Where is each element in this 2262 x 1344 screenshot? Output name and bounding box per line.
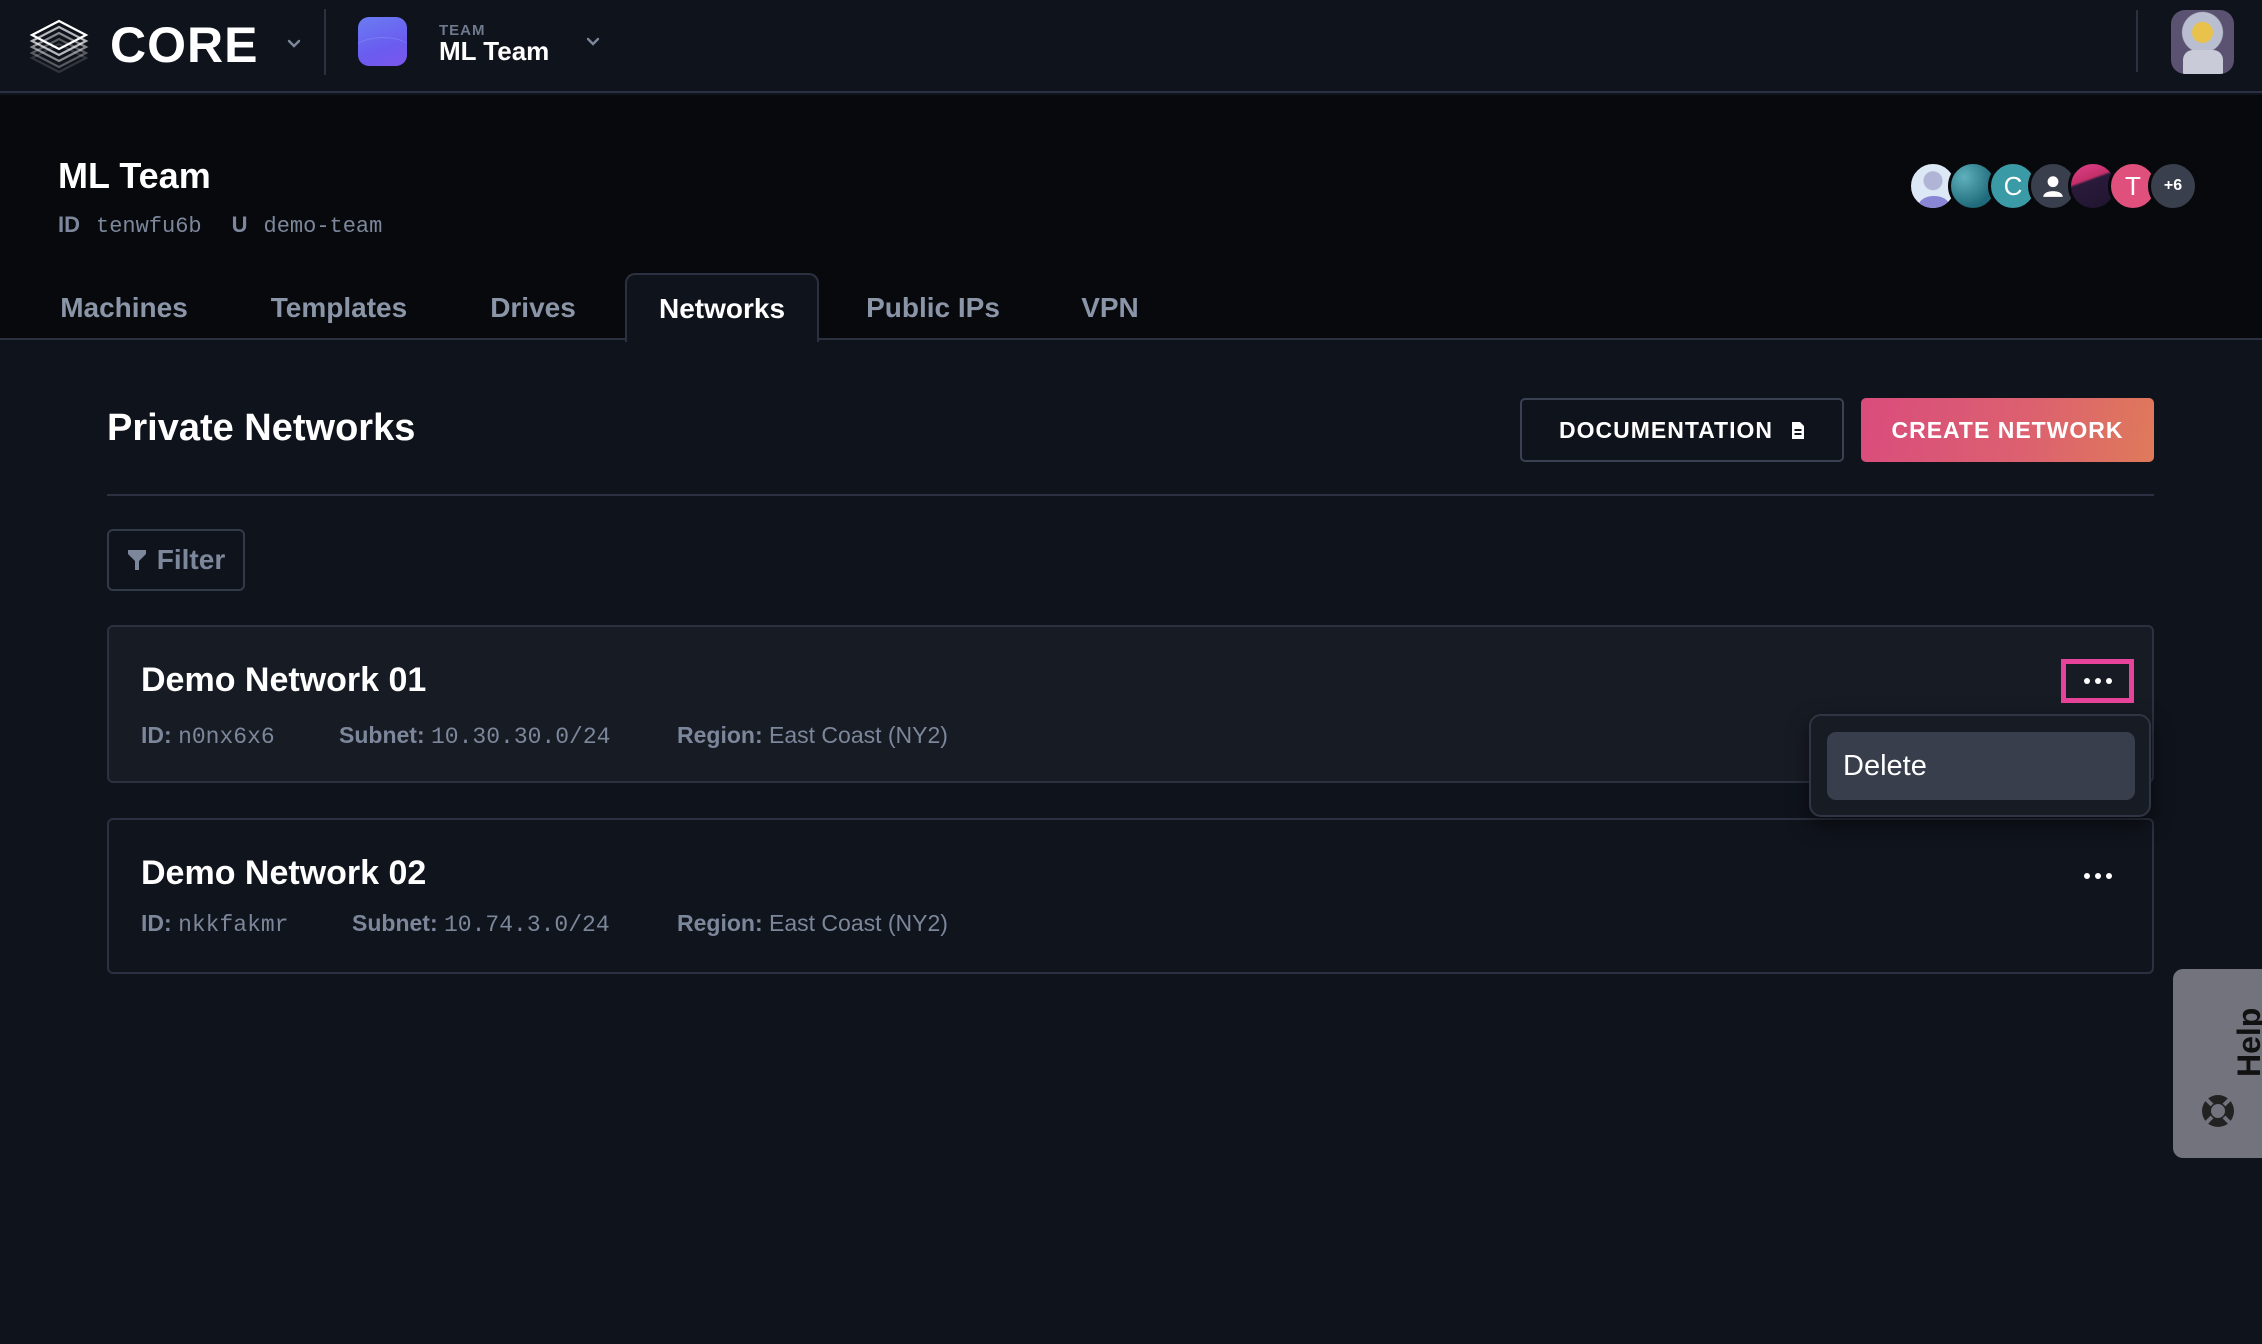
core-logo-icon[interactable] <box>28 17 90 74</box>
team-username-label: U <box>231 212 248 237</box>
network-subnet-value: 10.74.3.0/24 <box>444 912 610 938</box>
network-region-value: East Coast (NY2) <box>769 722 948 748</box>
documentation-label: DOCUMENTATION <box>1558 416 1773 443</box>
network-meta: ID: n0nx6x6 Subnet: 10.30.30.0/24 Region… <box>141 722 948 750</box>
team-switcher-name[interactable]: ML Team <box>439 36 549 67</box>
user-avatar[interactable] <box>2171 10 2234 74</box>
page-title: Private Networks <box>107 407 416 449</box>
help-label: Help <box>2231 1007 2262 1077</box>
tab-vpn[interactable]: VPN <box>1070 273 1150 342</box>
network-id-label: ID: <box>141 722 172 748</box>
topbar-divider <box>324 9 326 75</box>
network-subnet-field: Subnet: 10.30.30.0/24 <box>339 722 677 750</box>
network-id-value: nkkfakmr <box>178 912 289 938</box>
team-icon[interactable] <box>358 17 407 66</box>
create-network-button[interactable]: CREATE NETWORK <box>1861 398 2154 462</box>
more-members-count[interactable]: +6 <box>2148 161 2198 211</box>
network-name[interactable]: Demo Network 01 <box>141 661 426 700</box>
network-region-field: Region: East Coast (NY2) <box>677 722 948 750</box>
team-header: ML Team ID tenwfu6b U demo-team C T +6 M… <box>0 95 2262 342</box>
section-divider <box>107 494 2154 496</box>
network-subnet-label: Subnet: <box>352 910 438 936</box>
network-id-label: ID: <box>141 910 172 936</box>
network-name[interactable]: Demo Network 02 <box>141 854 426 893</box>
ellipsis-icon <box>2083 678 2112 684</box>
topbar-divider-right <box>2136 10 2138 72</box>
team-username-value: demo-team <box>263 214 383 239</box>
chevron-down-icon[interactable] <box>583 31 603 51</box>
tab-drives[interactable]: Drives <box>473 273 593 342</box>
network-id-field: ID: n0nx6x6 <box>141 722 339 750</box>
menu-item-delete[interactable]: Delete <box>1827 732 2135 800</box>
tab-public-ips[interactable]: Public IPs <box>858 273 1008 342</box>
network-card[interactable]: Demo Network 02 ID: nkkfakmr Subnet: 10.… <box>107 818 2154 974</box>
top-bar: CORE TEAM ML Team <box>0 0 2262 93</box>
user-icon <box>2043 176 2063 197</box>
network-region-label: Region: <box>677 910 763 936</box>
brand-name[interactable]: CORE <box>110 16 258 74</box>
ellipsis-icon <box>2083 873 2112 879</box>
network-subnet-field: Subnet: 10.74.3.0/24 <box>352 910 677 938</box>
network-region-label: Region: <box>677 722 763 748</box>
filter-label: Filter <box>156 544 226 575</box>
team-meta: ID tenwfu6b U demo-team <box>58 212 412 239</box>
network-subnet-label: Subnet: <box>339 722 425 748</box>
filter-icon <box>127 550 146 570</box>
filter-button[interactable]: Filter <box>107 529 245 591</box>
tab-templates[interactable]: Templates <box>255 273 423 342</box>
documentation-button[interactable]: DOCUMENTATION <box>1520 398 1844 462</box>
team-id-value: tenwfu6b <box>96 214 202 239</box>
network-meta: ID: nkkfakmr Subnet: 10.74.3.0/24 Region… <box>141 910 948 938</box>
team-title: ML Team <box>58 155 211 196</box>
network-id-value: n0nx6x6 <box>178 724 275 750</box>
tab-networks[interactable]: Networks <box>625 273 819 342</box>
team-id-label: ID <box>58 212 80 237</box>
team-members[interactable]: C T +6 <box>1908 161 2198 213</box>
lifebuoy-icon <box>2202 1095 2234 1127</box>
network-region-field: Region: East Coast (NY2) <box>677 910 948 938</box>
network-id-field: ID: nkkfakmr <box>141 910 352 938</box>
more-options-button[interactable] <box>2061 659 2134 703</box>
context-menu: Delete <box>1809 714 2151 817</box>
network-subnet-value: 10.30.30.0/24 <box>431 724 611 750</box>
network-region-value: East Coast (NY2) <box>769 910 948 936</box>
tab-machines[interactable]: Machines <box>40 273 208 342</box>
document-icon <box>1792 421 1804 439</box>
help-tab[interactable]: Help <box>2173 969 2262 1158</box>
chevron-down-icon[interactable] <box>284 33 304 53</box>
more-options-button[interactable] <box>2061 854 2134 898</box>
